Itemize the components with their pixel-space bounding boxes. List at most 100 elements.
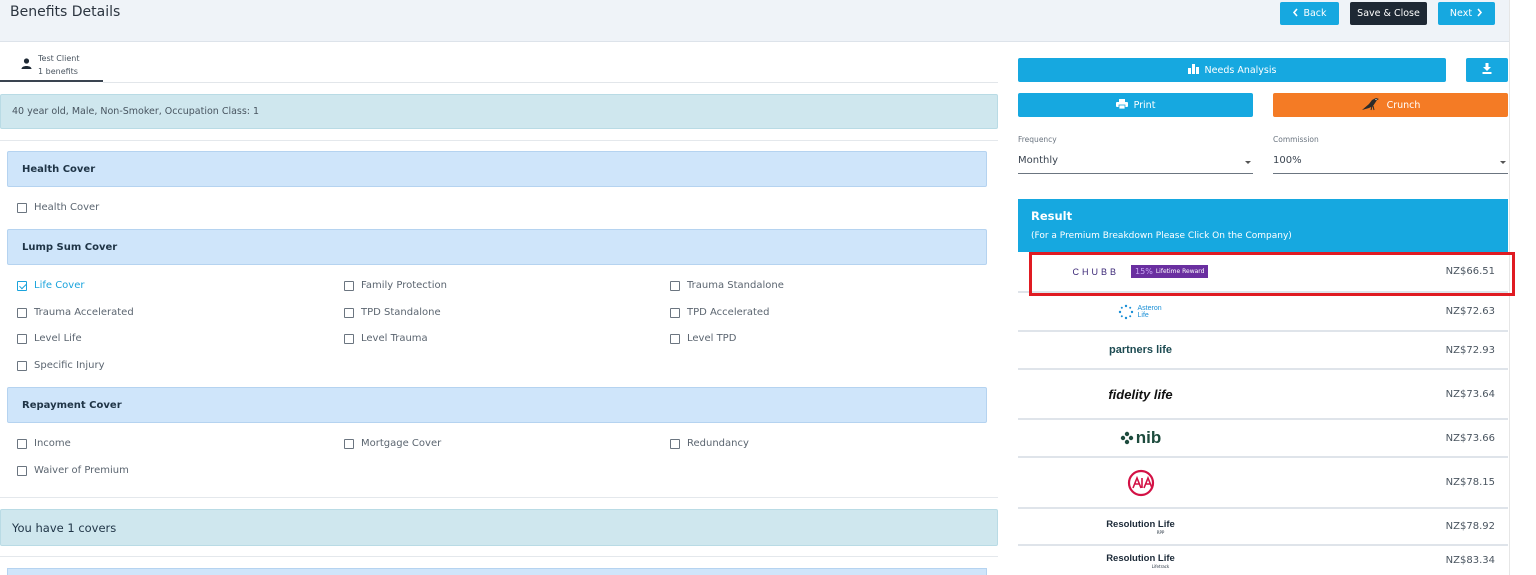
client-tab[interactable]: Test Client 1 benefits [0, 50, 103, 82]
save-close-label: Save & Close [1357, 8, 1420, 19]
next-label: Next [1449, 8, 1473, 19]
next-button[interactable]: Next [1438, 2, 1495, 25]
checkbox-health-cover[interactable]: Health Cover [17, 202, 99, 213]
product-sub: Lifetrack [1151, 563, 1170, 569]
aia-logo [1018, 458, 1263, 507]
checkbox-specific-injury[interactable]: Specific Injury [17, 360, 105, 371]
checkbox-box[interactable] [17, 202, 27, 213]
needs-analysis-button[interactable]: Needs Analysis [1018, 58, 1446, 82]
checkbox-level-life[interactable]: Level Life [17, 333, 82, 344]
checkbox-box[interactable] [17, 465, 27, 476]
checkbox-level-tpd[interactable]: Level TPD [670, 333, 736, 344]
nib-logo: nib [1018, 420, 1263, 456]
result-row-resolution-life-rpp[interactable]: Resolution Life RPP NZ$78.92 [1018, 509, 1508, 546]
result-row-nib[interactable]: nib NZ$73.66 [1018, 420, 1508, 458]
product-sub: RPP [1156, 529, 1165, 535]
chevron-left-icon [1292, 7, 1299, 20]
commission-select[interactable]: 100% [1273, 148, 1508, 174]
health-cover-header: Health Cover [7, 151, 987, 187]
checkbox-mortgage-cover[interactable]: Mortgage Cover [344, 438, 441, 449]
checkbox-box[interactable] [670, 333, 680, 344]
checkbox-box[interactable] [344, 307, 354, 318]
checkbox-box[interactable] [670, 307, 680, 318]
checkbox-label: TPD Standalone [361, 307, 441, 318]
company-name: nib [1135, 428, 1162, 447]
premium-price: NZ$78.92 [1445, 521, 1495, 532]
result-title: Result [1031, 209, 1073, 223]
dropdown-arrow-icon [1500, 161, 1506, 164]
checkbox-income[interactable]: Income [17, 438, 71, 449]
checkbox-box[interactable] [670, 280, 680, 291]
checkbox-label: Waiver of Premium [34, 465, 129, 476]
result-row-partners-life[interactable]: partners life NZ$72.93 [1018, 332, 1508, 370]
checkbox-box[interactable] [17, 307, 27, 318]
checkbox-label: Health Cover [34, 202, 100, 213]
partners-life-logo: partners life [1018, 332, 1263, 368]
commission-value: 100% [1273, 155, 1302, 166]
resolution-life-logo: Resolution Life Lifetrack [1018, 546, 1263, 575]
result-row-resolution-life-lifetrack[interactable]: Resolution Life Lifetrack NZ$83.34 [1018, 546, 1508, 575]
checkbox-box[interactable] [17, 360, 27, 371]
page-header: Benefits Details Back Save & Close Next [0, 0, 1509, 42]
frequency-select[interactable]: Monthly [1018, 148, 1253, 174]
aia-logo-icon [1127, 469, 1154, 496]
result-row-fidelity-life[interactable]: fidelity life NZ$73.64 [1018, 370, 1508, 420]
resolution-life-logo: Resolution Life RPP [1018, 509, 1263, 544]
divider [0, 140, 998, 141]
asteron-life-logo: Asteron Life [1018, 293, 1263, 330]
company-name: Resolution Life [1106, 552, 1175, 564]
client-info-text: 40 year old, Male, Non-Smoker, Occupatio… [12, 106, 260, 117]
checkbox-box[interactable] [17, 333, 27, 344]
checkbox-family-protection[interactable]: Family Protection [344, 280, 447, 291]
section-title: Health Cover [22, 163, 96, 175]
checkbox-box[interactable] [344, 438, 354, 449]
company-name: Asteron Life [1137, 304, 1162, 319]
premium-price: NZ$73.64 [1445, 388, 1495, 400]
result-row-asteron[interactable]: Asteron Life NZ$72.63 [1018, 293, 1508, 332]
premium-price: NZ$72.93 [1445, 344, 1495, 356]
download-button[interactable] [1466, 58, 1508, 82]
section-title: Repayment Cover [22, 399, 122, 411]
checkbox-label: Trauma Standalone [687, 280, 784, 291]
save-close-button[interactable]: Save & Close [1350, 2, 1427, 25]
section-title: Lump Sum Cover [22, 241, 118, 253]
bar-chart-icon [1187, 63, 1199, 77]
print-button[interactable]: Print [1018, 93, 1253, 117]
page-title: Benefits Details [10, 4, 121, 20]
checkbox-redundancy[interactable]: Redundancy [670, 438, 749, 449]
checkbox-box[interactable] [344, 280, 354, 291]
result-row-aia[interactable]: NZ$78.15 [1018, 458, 1508, 509]
checkbox-box[interactable] [670, 438, 680, 449]
crunch-button[interactable]: Crunch [1273, 93, 1508, 117]
bird-icon [1361, 97, 1381, 114]
checkbox-box[interactable] [17, 438, 27, 449]
checkbox-label: Mortgage Cover [361, 438, 442, 449]
covers-summary-text: You have 1 covers [12, 520, 117, 535]
checkbox-label: Level TPD [687, 333, 737, 344]
crunch-label: Crunch [1386, 99, 1421, 111]
checkbox-tpd-accelerated[interactable]: TPD Accelerated [670, 307, 769, 318]
checkbox-level-trauma[interactable]: Level Trauma [344, 333, 428, 344]
chevron-right-icon [1476, 7, 1483, 20]
checkbox-waiver-of-premium[interactable]: Waiver of Premium [17, 465, 129, 476]
printer-icon [1115, 98, 1128, 112]
checkbox-trauma-accelerated[interactable]: Trauma Accelerated [17, 307, 134, 318]
back-button[interactable]: Back [1280, 2, 1339, 25]
checkbox-tpd-standalone[interactable]: TPD Standalone [344, 307, 441, 318]
checkbox-box[interactable] [17, 280, 27, 291]
back-label: Back [1303, 8, 1327, 19]
checkbox-label: Family Protection [361, 280, 447, 291]
needs-analysis-label: Needs Analysis [1204, 64, 1277, 76]
checkbox-box[interactable] [344, 333, 354, 344]
divider [0, 556, 998, 557]
lump-sum-cover-header: Lump Sum Cover [7, 229, 987, 265]
checkbox-trauma-standalone[interactable]: Trauma Standalone [670, 280, 784, 291]
premium-price: NZ$72.63 [1445, 306, 1495, 317]
checkbox-label: Life Cover [34, 280, 85, 291]
checkbox-life-cover[interactable]: Life Cover [17, 280, 84, 291]
download-icon [1482, 63, 1492, 77]
print-label: Print [1133, 99, 1156, 111]
nib-flower-icon [1120, 431, 1133, 445]
checkbox-label: Income [34, 438, 71, 449]
premium-price: NZ$83.34 [1445, 555, 1495, 566]
